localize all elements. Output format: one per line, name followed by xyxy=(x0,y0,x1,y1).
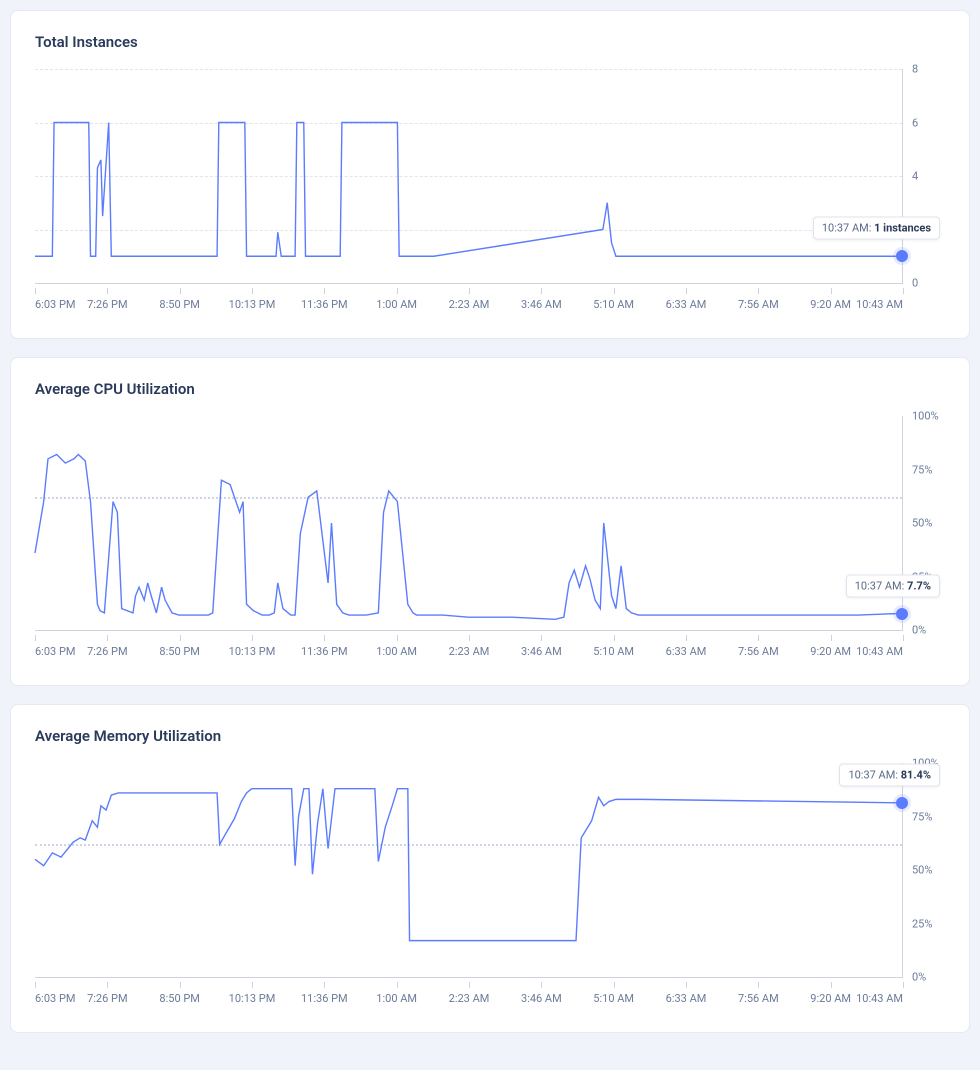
data-point-marker[interactable] xyxy=(896,250,908,262)
tooltip: 10:37 AM: 7.7% xyxy=(846,574,940,597)
x-axis: 6:03 PM 7:26 PM 8:50 PM 10:13 PM 11:36 PM 1:0… xyxy=(35,635,903,669)
y-tick-label: 50% xyxy=(906,517,944,530)
x-tick-label: 6:03 PM xyxy=(35,298,75,311)
y-tick-label: 50% xyxy=(906,864,944,877)
data-point-marker[interactable] xyxy=(896,797,908,809)
tooltip-time: 10:37 AM: xyxy=(848,768,900,781)
series-svg xyxy=(35,416,902,630)
x-tick-label: 2:23 AM xyxy=(449,298,490,311)
y-tick-label: 75% xyxy=(906,810,944,823)
x-tick-label: 6:33 AM xyxy=(666,992,707,1005)
x-tick-label: 3:46 AM xyxy=(521,645,562,658)
chart-wrap: 0%25%50%75%100%10:37 AM: 7.7% 6:03 PM 7:26… xyxy=(35,416,945,669)
plot-area[interactable]: 0%25%50%75%100%10:37 AM: 7.7% xyxy=(35,416,903,631)
x-tick-label: 5:10 AM xyxy=(593,298,634,311)
chart-wrap: 0246810:37 AM: 1 instances 6:03 PM 7:26 PM… xyxy=(35,69,945,322)
x-tick-label: 5:10 AM xyxy=(593,645,634,658)
x-tick-label: 6:03 PM xyxy=(35,992,75,1005)
tooltip-value: 1 instances xyxy=(874,222,931,235)
tooltip-time: 10:37 AM: xyxy=(822,222,874,235)
y-tick-label: 6 xyxy=(906,116,944,129)
data-point-marker[interactable] xyxy=(896,608,908,620)
y-tick-label: 0 xyxy=(906,277,944,290)
x-tick-label: 9:20 AM xyxy=(810,298,851,311)
panel-title: Average Memory Utilization xyxy=(35,727,945,745)
x-tick-label: 7:26 PM xyxy=(87,992,127,1005)
plot-area[interactable]: 0246810:37 AM: 1 instances xyxy=(35,69,903,284)
x-tick-label: 1:00 AM xyxy=(376,298,417,311)
x-tick-label: 6:03 PM xyxy=(35,645,75,658)
x-tick-label: 10:13 PM xyxy=(229,992,276,1005)
y-tick-label: 0% xyxy=(906,624,944,637)
x-tick-label: 9:20 AM xyxy=(810,992,851,1005)
y-tick-label: 75% xyxy=(906,463,944,476)
x-tick-label: 6:33 AM xyxy=(666,298,707,311)
x-tick-label: 8:50 PM xyxy=(159,645,199,658)
x-tick-label: 1:00 AM xyxy=(376,645,417,658)
x-tick-label: 7:26 PM xyxy=(87,645,127,658)
tooltip-value: 81.4% xyxy=(901,768,931,781)
chart-panel-memory: Average Memory Utilization 0%25%50%75%100… xyxy=(10,704,970,1033)
panel-title: Total Instances xyxy=(35,33,945,51)
chart-panel-instances: Total Instances 0246810:37 AM: 1 instance… xyxy=(10,10,970,339)
x-tick-label: 1:00 AM xyxy=(376,992,417,1005)
x-tick-label: 3:46 AM xyxy=(521,298,562,311)
y-tick-label: 8 xyxy=(906,63,944,76)
tooltip: 10:37 AM: 81.4% xyxy=(839,763,940,786)
panel-title: Average CPU Utilization xyxy=(35,380,945,398)
x-tick-label: 10:43 AM xyxy=(856,298,903,311)
x-tick-label: 10:13 PM xyxy=(229,298,276,311)
x-tick-label: 11:36 PM xyxy=(301,992,348,1005)
series-svg xyxy=(35,69,902,283)
x-tick-label: 3:46 AM xyxy=(521,992,562,1005)
y-tick-label: 4 xyxy=(906,170,944,183)
y-tick-label: 100% xyxy=(906,410,944,423)
x-tick-label: 8:50 PM xyxy=(159,992,199,1005)
x-tick-label: 7:56 AM xyxy=(738,992,779,1005)
x-tick-label: 2:23 AM xyxy=(449,645,490,658)
x-tick-label: 9:20 AM xyxy=(810,645,851,658)
x-tick-label: 10:13 PM xyxy=(229,645,276,658)
x-tick-label: 10:43 AM xyxy=(856,992,903,1005)
tooltip-value: 7.7% xyxy=(907,579,931,592)
chart-panel-cpu: Average CPU Utilization 0%25%50%75%100%10… xyxy=(10,357,970,686)
x-tick-label: 10:43 AM xyxy=(856,645,903,658)
x-tick-label: 7:56 AM xyxy=(738,645,779,658)
tooltip-time: 10:37 AM: xyxy=(855,579,907,592)
tooltip: 10:37 AM: 1 instances xyxy=(813,217,940,240)
x-tick-label: 2:23 AM xyxy=(449,992,490,1005)
x-tick-label: 7:26 PM xyxy=(87,298,127,311)
chart-wrap: 0%25%50%75%100%10:37 AM: 81.4% 6:03 PM 7:2… xyxy=(35,763,945,1016)
series-svg xyxy=(35,763,902,977)
x-tick-label: 7:56 AM xyxy=(738,298,779,311)
x-axis: 6:03 PM 7:26 PM 8:50 PM 10:13 PM 11:36 PM 1:0… xyxy=(35,982,903,1016)
x-tick-label: 8:50 PM xyxy=(159,298,199,311)
y-tick-label: 0% xyxy=(906,971,944,984)
x-tick-label: 6:33 AM xyxy=(666,645,707,658)
x-tick-label: 5:10 AM xyxy=(593,992,634,1005)
x-axis: 6:03 PM 7:26 PM 8:50 PM 10:13 PM 11:36 PM 1:0… xyxy=(35,288,903,322)
x-tick-label: 11:36 PM xyxy=(301,645,348,658)
plot-area[interactable]: 0%25%50%75%100%10:37 AM: 81.4% xyxy=(35,763,903,978)
y-tick-label: 25% xyxy=(906,917,944,930)
x-tick-label: 11:36 PM xyxy=(301,298,348,311)
